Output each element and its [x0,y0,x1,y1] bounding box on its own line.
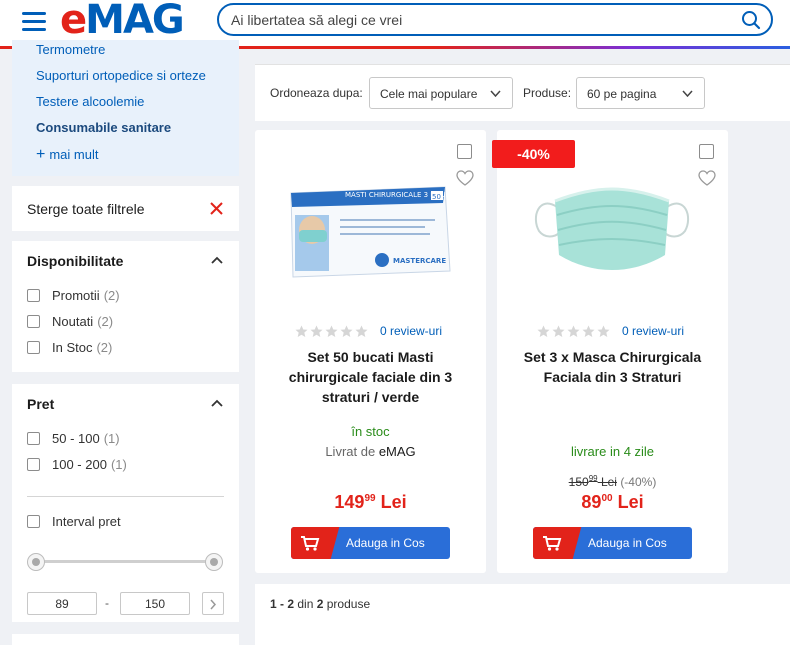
emag-logo[interactable]: eMAG [60,0,185,40]
product-title[interactable]: Set 50 bucati Masti chirurgicale faciale… [273,347,468,407]
product-price: 8900 Lei [581,492,644,512]
range-separator: - [105,596,109,610]
chevron-down-icon [682,90,693,97]
availability-filter: Disponibilitate Promotii (2) Noutati (2) I… [12,241,239,372]
filter-option[interactable]: In Stoc (2) [27,340,112,355]
checkbox[interactable] [27,289,40,302]
star-icon [340,325,353,337]
compare-checkbox[interactable] [699,144,714,159]
product-card[interactable]: MASTI CHIRURGICALE 3 PLIURI CU SIRET MAS… [255,130,486,573]
star-icon [567,325,580,337]
close-icon[interactable] [210,202,223,215]
category-link[interactable]: Testere alcoolemie [36,94,144,109]
menu-icon[interactable] [22,12,46,32]
category-link[interactable]: Suporturi ortopedice si orteze [36,68,206,83]
apply-price-button[interactable] [202,592,224,615]
price-max-input[interactable] [120,592,190,615]
seller-info: Livrat de eMAG [325,444,416,459]
brand-name: MASTERCARE [393,257,446,265]
checkbox[interactable] [27,515,40,528]
star-icon [295,325,308,337]
star-icon [552,325,565,337]
per-page-select[interactable]: 60 pe pagina [576,77,705,109]
category-list: Termometre Suporturi ortopedice si ortez… [12,40,239,176]
price-slider-min-handle[interactable] [27,553,45,571]
sort-select[interactable]: Cele mai populare [369,77,513,109]
star-icon [310,325,323,337]
rating: 0 review-uri [537,324,684,338]
product-image[interactable] [527,175,697,285]
filter-option[interactable]: 50 - 100 (1) [27,431,120,446]
chevron-down-icon [490,90,501,97]
price-slider-max-handle[interactable] [205,553,223,571]
heart-icon[interactable] [698,170,716,186]
pagination: 1 - 2 din 2 produse [255,584,790,645]
category-link[interactable]: Termometre [36,42,105,57]
checkbox[interactable] [27,458,40,471]
more-categories-link[interactable]: + mai mult [36,146,98,164]
cart-icon [543,536,562,551]
filter-option[interactable]: Promotii (2) [27,288,120,303]
category-link-active[interactable]: Consumabile sanitare [36,120,171,135]
product-image[interactable]: MASTI CHIRURGICALE 3 PLIURI CU SIRET MAS… [285,175,455,285]
sort-label: Ordoneaza dupa: [270,86,363,100]
stock-status: în stoc [351,424,390,439]
reviews-link[interactable]: 0 review-uri [380,324,442,338]
divider [27,496,224,497]
star-icon [325,325,338,337]
delivery-status: livrare in 4 zile [570,444,655,459]
more-label: mai mult [49,147,99,162]
cart-icon [301,536,320,551]
clear-filters-button[interactable]: Sterge toate filtrele [12,186,239,231]
price-min-input[interactable] [27,592,97,615]
search-icon[interactable] [741,10,761,30]
discount-badge: -40% [492,140,575,168]
add-to-cart-button[interactable]: Adauga in Cos [291,527,450,559]
chevron-up-icon[interactable] [211,256,223,264]
heart-icon[interactable] [456,170,474,186]
filter-title: Pret [27,396,55,412]
price-slider-track[interactable] [35,560,215,563]
product-card[interactable]: -40% 0 review-uri Set 3 x Masca Chirurgi… [492,130,728,573]
checkbox[interactable] [27,315,40,328]
search-input[interactable] [231,11,711,29]
rating: 0 review-uri [295,324,442,338]
filter-option[interactable]: 100 - 200 (1) [27,457,127,472]
filter-title: Disponibilitate [27,253,124,269]
clear-filters-label: Sterge toate filtrele [27,201,145,217]
star-icon [355,325,368,337]
price-filter: Pret 50 - 100 (1) 100 - 200 (1) Interval p… [12,384,239,622]
box-count: 50 [432,193,441,201]
compare-checkbox[interactable] [457,144,472,159]
reviews-link[interactable]: 0 review-uri [622,324,684,338]
chevron-up-icon[interactable] [211,399,223,407]
product-title[interactable]: Set 3 x Masca Chirurgicala Faciala din 3… [515,347,710,387]
star-icon [537,325,550,337]
checkbox[interactable] [27,341,40,354]
search-bar [217,3,773,36]
product-price: 14999 Lei [334,492,407,512]
plus-icon: + [36,146,46,163]
star-icon [597,325,610,337]
star-icon [582,325,595,337]
filter-option[interactable]: Noutati (2) [27,314,113,329]
add-to-cart-button[interactable]: Adauga in Cos [533,527,692,559]
listing-toolbar: Ordoneaza dupa: Cele mai populare Produs… [255,64,790,121]
results-count: 1 - 2 din 2 produse [270,597,371,611]
chevron-right-icon [210,599,217,610]
per-page-label: Produse: [523,86,572,100]
old-price: 15099 Lei (-40%) [568,474,657,489]
next-filter-panel [12,634,239,645]
checkbox[interactable] [27,432,40,445]
price-interval-option[interactable]: Interval pret [27,514,121,529]
